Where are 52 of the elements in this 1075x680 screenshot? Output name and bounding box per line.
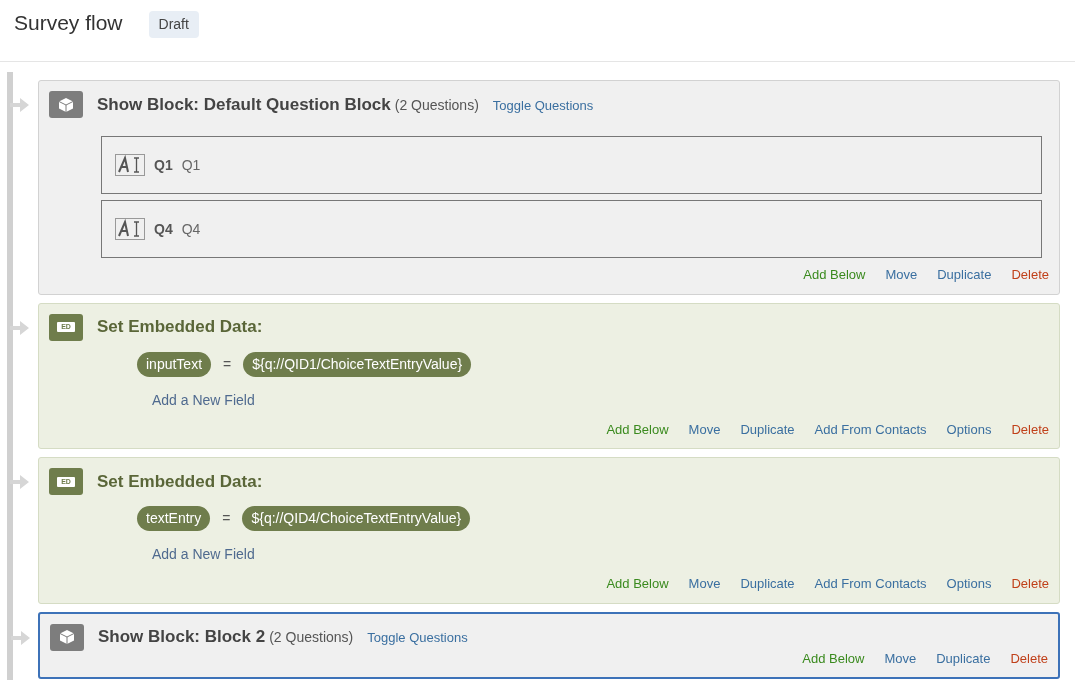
add-field-link[interactable]: Add a New Field <box>152 544 255 565</box>
question-id: Q1 <box>154 155 173 175</box>
action-link[interactable]: Delete <box>1011 265 1049 285</box>
text-entry-icon <box>115 218 145 240</box>
action-link[interactable]: Add Below <box>606 419 669 439</box>
action-link[interactable]: Duplicate <box>740 574 795 594</box>
action-link[interactable]: Delete <box>1010 648 1048 668</box>
action-link[interactable]: Delete <box>1011 574 1049 594</box>
cube-icon <box>50 623 84 651</box>
add-field-link[interactable]: Add a New Field <box>152 389 255 411</box>
action-link[interactable]: Add From Contacts <box>814 574 927 594</box>
equals-sign: = <box>223 354 232 374</box>
field-name-pill[interactable]: inputText <box>137 351 212 377</box>
field-value-pill[interactable]: ${q://QID1/ChoiceTextEntryValue} <box>243 351 472 377</box>
block-title: Show Block: Default Question Block <box>97 93 391 116</box>
question-text: Q1 <box>181 155 201 175</box>
question-count: (2 Questions) <box>394 95 479 115</box>
action-link[interactable]: Options <box>946 419 992 439</box>
flow-arrow-icon <box>10 319 30 336</box>
action-link[interactable]: Move <box>884 648 917 668</box>
text-entry-icon <box>115 154 145 176</box>
toggle-questions-link[interactable]: Toggle Questions <box>367 628 468 648</box>
equals-sign: = <box>222 509 231 528</box>
field-value-pill[interactable]: ${q://QID4/ChoiceTextEntryValue} <box>242 506 471 531</box>
action-link[interactable]: Move <box>688 419 721 439</box>
flow-arrow-icon <box>10 474 30 490</box>
block-title: Set Embedded Data: <box>97 316 263 339</box>
question-row[interactable]: Q1 Q1 <box>101 136 1042 194</box>
question-text: Q4 <box>181 219 201 239</box>
draft-status: Draft <box>148 11 199 38</box>
action-link[interactable]: Add From Contacts <box>814 419 927 439</box>
action-link[interactable]: Add Below <box>802 648 865 668</box>
block-title: Show Block: Block 2 <box>98 626 266 649</box>
field-name-pill[interactable]: textEntry <box>137 506 211 531</box>
action-link[interactable]: Delete <box>1011 419 1049 439</box>
action-link[interactable]: Duplicate <box>937 265 992 285</box>
action-link[interactable]: Options <box>946 574 992 594</box>
cube-icon <box>49 91 83 118</box>
action-link[interactable]: Duplicate <box>936 648 991 668</box>
flow-arrow-icon <box>11 629 31 646</box>
action-link[interactable]: Move <box>688 574 721 594</box>
question-count: (2 Questions) <box>269 628 354 648</box>
flow-arrow-icon <box>10 97 30 113</box>
action-link[interactable]: Move <box>885 265 918 285</box>
action-link[interactable]: Add Below <box>803 265 866 285</box>
action-link[interactable]: Add Below <box>606 574 669 594</box>
block-title: Set Embedded Data: <box>97 470 263 493</box>
action-link[interactable]: Duplicate <box>740 419 795 439</box>
toggle-questions-link[interactable]: Toggle Questions <box>492 95 594 116</box>
question-id: Q4 <box>154 219 173 239</box>
question-row[interactable]: Q4 Q4 <box>101 200 1042 258</box>
page-title: Survey flow <box>14 10 123 36</box>
